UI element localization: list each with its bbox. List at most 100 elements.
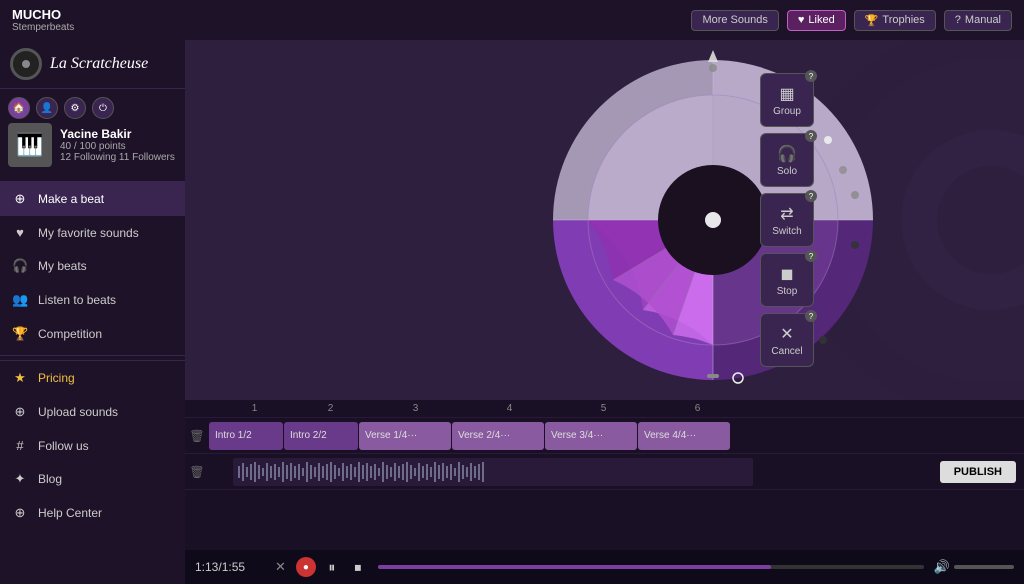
bottom-nav: ★ Pricing ⊕ Upload sounds # Follow us ✦ … [0, 360, 185, 530]
liked-button[interactable]: ♥ Liked [787, 10, 846, 31]
switch-button[interactable]: ⇄ Switch [760, 193, 814, 247]
volume-slider[interactable] [954, 565, 1014, 569]
trophy-icon: 🏆 [865, 14, 879, 27]
stop-help[interactable]: ? [805, 250, 817, 262]
avatar: 🎹 [8, 123, 52, 167]
question-icon: ? [955, 14, 961, 26]
header-actions: More Sounds ♥ Liked 🏆 Trophies ? Manual [691, 10, 1012, 31]
block-verse-2[interactable]: Verse 2/4··· [452, 422, 544, 450]
nav-follow-us[interactable]: # Follow us [0, 429, 185, 462]
close-playback-btn[interactable]: ✕ [275, 559, 286, 575]
pause-button[interactable]: ⏸ [322, 557, 342, 577]
logo-text: La Scratcheuse [50, 55, 148, 73]
nav-section: ⊕ Make a beat ♥ My favorite sounds 🎧 My … [0, 182, 185, 584]
switch-help[interactable]: ? [805, 190, 817, 202]
nav-my-favorite-sounds[interactable]: ♥ My favorite sounds [0, 216, 185, 249]
record-icon: ● [303, 562, 309, 573]
nav-competition[interactable]: 🏆 Competition [0, 317, 185, 351]
side-controls: ▦ Group ? 🎧 Solo ? ⇄ Switch [760, 73, 814, 367]
volume-area: 🔊 [934, 559, 1014, 575]
progress-bar[interactable] [378, 565, 924, 569]
manual-button[interactable]: ? Manual [944, 10, 1012, 31]
stop-button[interactable]: ◼ Stop [760, 253, 814, 307]
solo-button[interactable]: 🎧 Solo [760, 133, 814, 187]
publish-button[interactable]: PUBLISH [940, 461, 1016, 483]
blog-icon: ✦ [12, 471, 28, 487]
track-num-3: 3 [369, 403, 462, 414]
track-num-6: 6 [651, 403, 744, 414]
logo-disc [10, 48, 42, 80]
track-artist: Stemperbeats [12, 22, 74, 33]
volume-icon: 🔊 [934, 559, 950, 575]
cancel-help[interactable]: ? [805, 310, 817, 322]
star-icon: ★ [12, 370, 28, 386]
wheel-svg [533, 40, 893, 400]
block-verse-4[interactable]: Verse 4/4··· [638, 422, 730, 450]
nav-make-a-beat[interactable]: ⊕ Make a beat [0, 182, 185, 216]
track-blocks: Intro 1/2 Intro 2/2 Verse 1/4··· Verse 2… [209, 422, 1024, 450]
header-track-info: MUCHO Stemperbeats [12, 7, 74, 33]
help-icon: ⊕ [12, 505, 28, 521]
avatar-image: 🎹 [16, 132, 43, 158]
headphones-icon: 🎧 [12, 258, 28, 274]
user-info: Yacine Bakir 40 / 100 points 12 Followin… [60, 127, 177, 163]
nav-blog[interactable]: ✦ Blog [0, 462, 185, 496]
nav-listen-to-beats[interactable]: 👥 Listen to beats [0, 283, 185, 317]
logo-disc-inner [22, 60, 30, 68]
logo-area: La Scratcheuse [0, 40, 185, 89]
track-num-4: 4 [463, 403, 556, 414]
heart-icon: ♥ [798, 14, 805, 26]
user-points: 40 / 100 points [60, 141, 177, 152]
time-display: 1:13/1:55 [195, 560, 265, 574]
user-profile-top: 🎹 Yacine Bakir 40 / 100 points 12 Follow… [8, 123, 177, 167]
waveform-delete-btn[interactable]: 🗑 [185, 465, 209, 479]
group-help[interactable]: ? [805, 70, 817, 82]
heart-nav-icon: ♥ [12, 225, 28, 240]
record-button[interactable]: ● [296, 557, 316, 577]
settings-icon-btn[interactable]: ⚙ [64, 97, 86, 119]
switch-icon: ⇄ [780, 204, 793, 224]
home-icon-btn[interactable]: 🏠 [8, 97, 30, 119]
block-intro-1[interactable]: Intro 1/2 [209, 422, 283, 450]
group-button[interactable]: ▦ Group [760, 73, 814, 127]
plus-circle-icon: ⊕ [12, 191, 28, 207]
group-icon: ▦ [779, 84, 794, 104]
nav-pricing[interactable]: ★ Pricing [0, 361, 185, 395]
block-verse-3[interactable]: Verse 3/4··· [545, 422, 637, 450]
sidebar-divider [0, 355, 185, 356]
solo-help[interactable]: ? [805, 130, 817, 142]
waveform-area [233, 457, 940, 487]
nav-my-beats[interactable]: 🎧 My beats [0, 249, 185, 283]
sequencer-area: 1 2 3 4 5 6 🗑 Intro 1/2 Intro 2/2 Verse … [185, 400, 1024, 550]
people-icon: 👥 [12, 292, 28, 308]
cancel-icon: ✕ [780, 324, 793, 344]
beat-wheel[interactable] [533, 40, 893, 400]
more-sounds-button[interactable]: More Sounds [691, 10, 778, 31]
nav-help-center[interactable]: ⊕ Help Center [0, 496, 185, 530]
trophies-button[interactable]: 🏆 Trophies [854, 10, 936, 31]
playback-controls: ● ⏸ ⏹ [296, 557, 368, 577]
track-num-2: 2 [293, 403, 368, 414]
trophy-nav-icon: 🏆 [12, 326, 28, 342]
track-delete-btn[interactable]: 🗑 [185, 429, 209, 443]
track-title: MUCHO [12, 7, 74, 22]
track-num-5: 5 [557, 403, 650, 414]
upload-icon: ⊕ [12, 404, 28, 420]
power-icon-btn[interactable]: ⏻ [92, 97, 114, 119]
track-waveform-row: 🗑 [185, 454, 1024, 490]
block-intro-2[interactable]: Intro 2/2 [284, 422, 358, 450]
content-area: ▦ Group ? 🎧 Solo ? ⇄ Switch [185, 40, 1024, 584]
cancel-button[interactable]: ✕ Cancel [760, 313, 814, 367]
waveform-svg [233, 458, 753, 486]
app-header: MUCHO Stemperbeats More Sounds ♥ Liked 🏆… [0, 0, 1024, 40]
user-icon-btn[interactable]: 👤 [36, 97, 58, 119]
block-verse-1[interactable]: Verse 1/4··· [359, 422, 451, 450]
profile-icon-row: 🏠 👤 ⚙ ⏻ [8, 97, 177, 119]
stop-icon: ◼ [780, 264, 793, 284]
stop-playback-button[interactable]: ⏹ [348, 557, 368, 577]
nav-upload-sounds[interactable]: ⊕ Upload sounds [0, 395, 185, 429]
solo-icon: 🎧 [777, 144, 797, 164]
sidebar: La Scratcheuse 🏠 👤 ⚙ ⏻ 🎹 Yacine Bakir 40… [0, 40, 185, 584]
playback-bar: 1:13/1:55 ✕ ● ⏸ ⏹ 🔊 [185, 550, 1024, 584]
track-row-1: 🗑 Intro 1/2 Intro 2/2 Verse 1/4··· Verse… [185, 418, 1024, 454]
